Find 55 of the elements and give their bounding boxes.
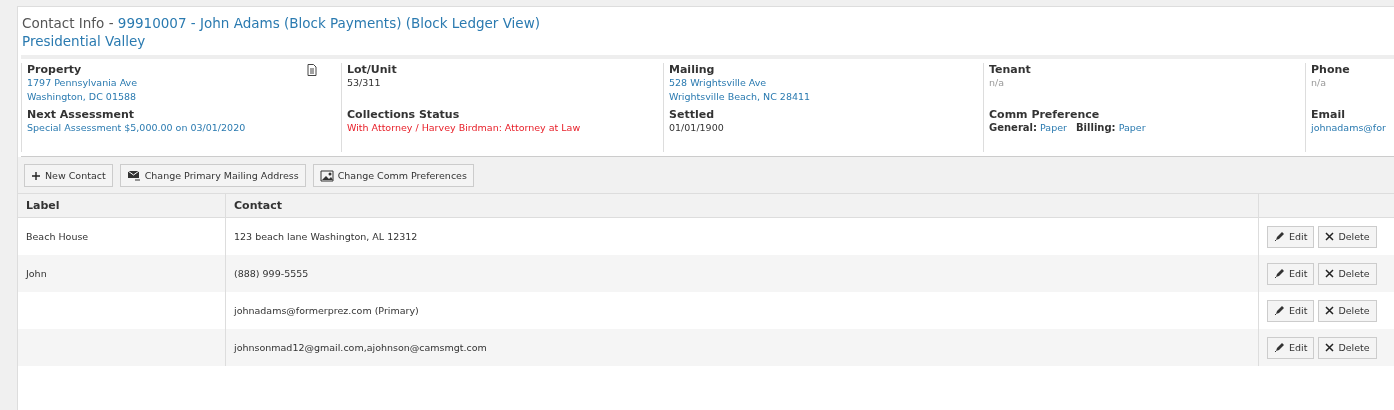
toolbar-button[interactable]: Change Primary Mailing Address	[119, 164, 306, 187]
delete-button[interactable]: Delete	[1318, 336, 1377, 359]
edit-button[interactable]: Edit	[1267, 299, 1315, 322]
community-name: Presidential Valley	[22, 33, 147, 49]
envelope-icon	[126, 169, 141, 182]
pencil-icon	[1274, 268, 1285, 279]
delete-button[interactable]: Delete	[1318, 262, 1377, 285]
field-value: johnadams@for	[1311, 121, 1387, 135]
field-label: Email	[1311, 108, 1345, 121]
table-cell: Beach House	[26, 231, 89, 242]
table-cell: (888) 999-5555	[234, 268, 309, 279]
field-label: Property	[27, 63, 82, 76]
close-icon	[1325, 232, 1335, 241]
field-value: 1797 Pennsylvania Ave	[27, 76, 139, 90]
pencil-icon	[1274, 305, 1285, 316]
page-title: Contact Info - 99910007 - John Adams (Block Payments) (Block Ledger View)	[22, 15, 541, 31]
delete-button[interactable]: Delete	[1318, 225, 1377, 248]
table-cell: 123 beach lane Washington, AL 12312	[234, 231, 418, 242]
toolbar-button[interactable]: Change Comm Preferences	[312, 164, 474, 187]
edit-button[interactable]: Edit	[1267, 225, 1315, 248]
image-icon	[319, 169, 334, 182]
field-value: With Attorney / Harvey Birdman: Attorney at Law	[347, 121, 582, 135]
field-label: Phone	[1311, 63, 1350, 76]
delete-button[interactable]: Delete	[1318, 299, 1377, 322]
pencil-icon	[1274, 342, 1285, 353]
document-icon[interactable]	[307, 63, 317, 76]
field-value: 528 Wrightsville Ave	[669, 76, 768, 90]
field-label: Mailing	[669, 63, 715, 76]
table-cell: johnsonmad12@gmail.com,ajohnson@camsmgt.com	[234, 342, 487, 353]
table-cell: John	[26, 268, 47, 279]
field-label: Tenant	[989, 63, 1031, 76]
field-value: General: Paper Billing: Paper	[989, 121, 1147, 135]
column-header: Label	[18, 194, 226, 218]
table-cell: johnadams@formerprez.com (Primary)	[234, 305, 419, 316]
column-header: Contact	[225, 194, 1259, 218]
close-icon	[1325, 306, 1335, 315]
toolbar-button[interactable]: New Contact	[24, 164, 113, 187]
plus-icon	[31, 170, 41, 181]
field-value: 53/311	[347, 76, 382, 90]
field-label: Comm Preference	[989, 108, 1100, 121]
field-label: Settled	[669, 108, 714, 121]
field-label: Collections Status	[347, 108, 460, 121]
edit-button[interactable]: Edit	[1267, 262, 1315, 285]
field-value: n/a	[1311, 76, 1328, 90]
field-label: Next Assessment	[27, 108, 135, 121]
field-label: Lot/Unit	[347, 63, 397, 76]
field-value: n/a	[989, 76, 1006, 90]
field-value: Wrightsville Beach, NC 28411	[669, 90, 812, 104]
field-value: Washington, DC 01588	[27, 90, 138, 104]
pencil-icon	[1274, 231, 1285, 242]
field-value: 01/01/1900	[669, 121, 725, 135]
close-icon	[1325, 269, 1335, 278]
edit-button[interactable]: Edit	[1267, 336, 1315, 359]
close-icon	[1325, 343, 1335, 352]
field-value: Special Assessment $5,000.00 on 03/01/2020	[27, 121, 247, 135]
